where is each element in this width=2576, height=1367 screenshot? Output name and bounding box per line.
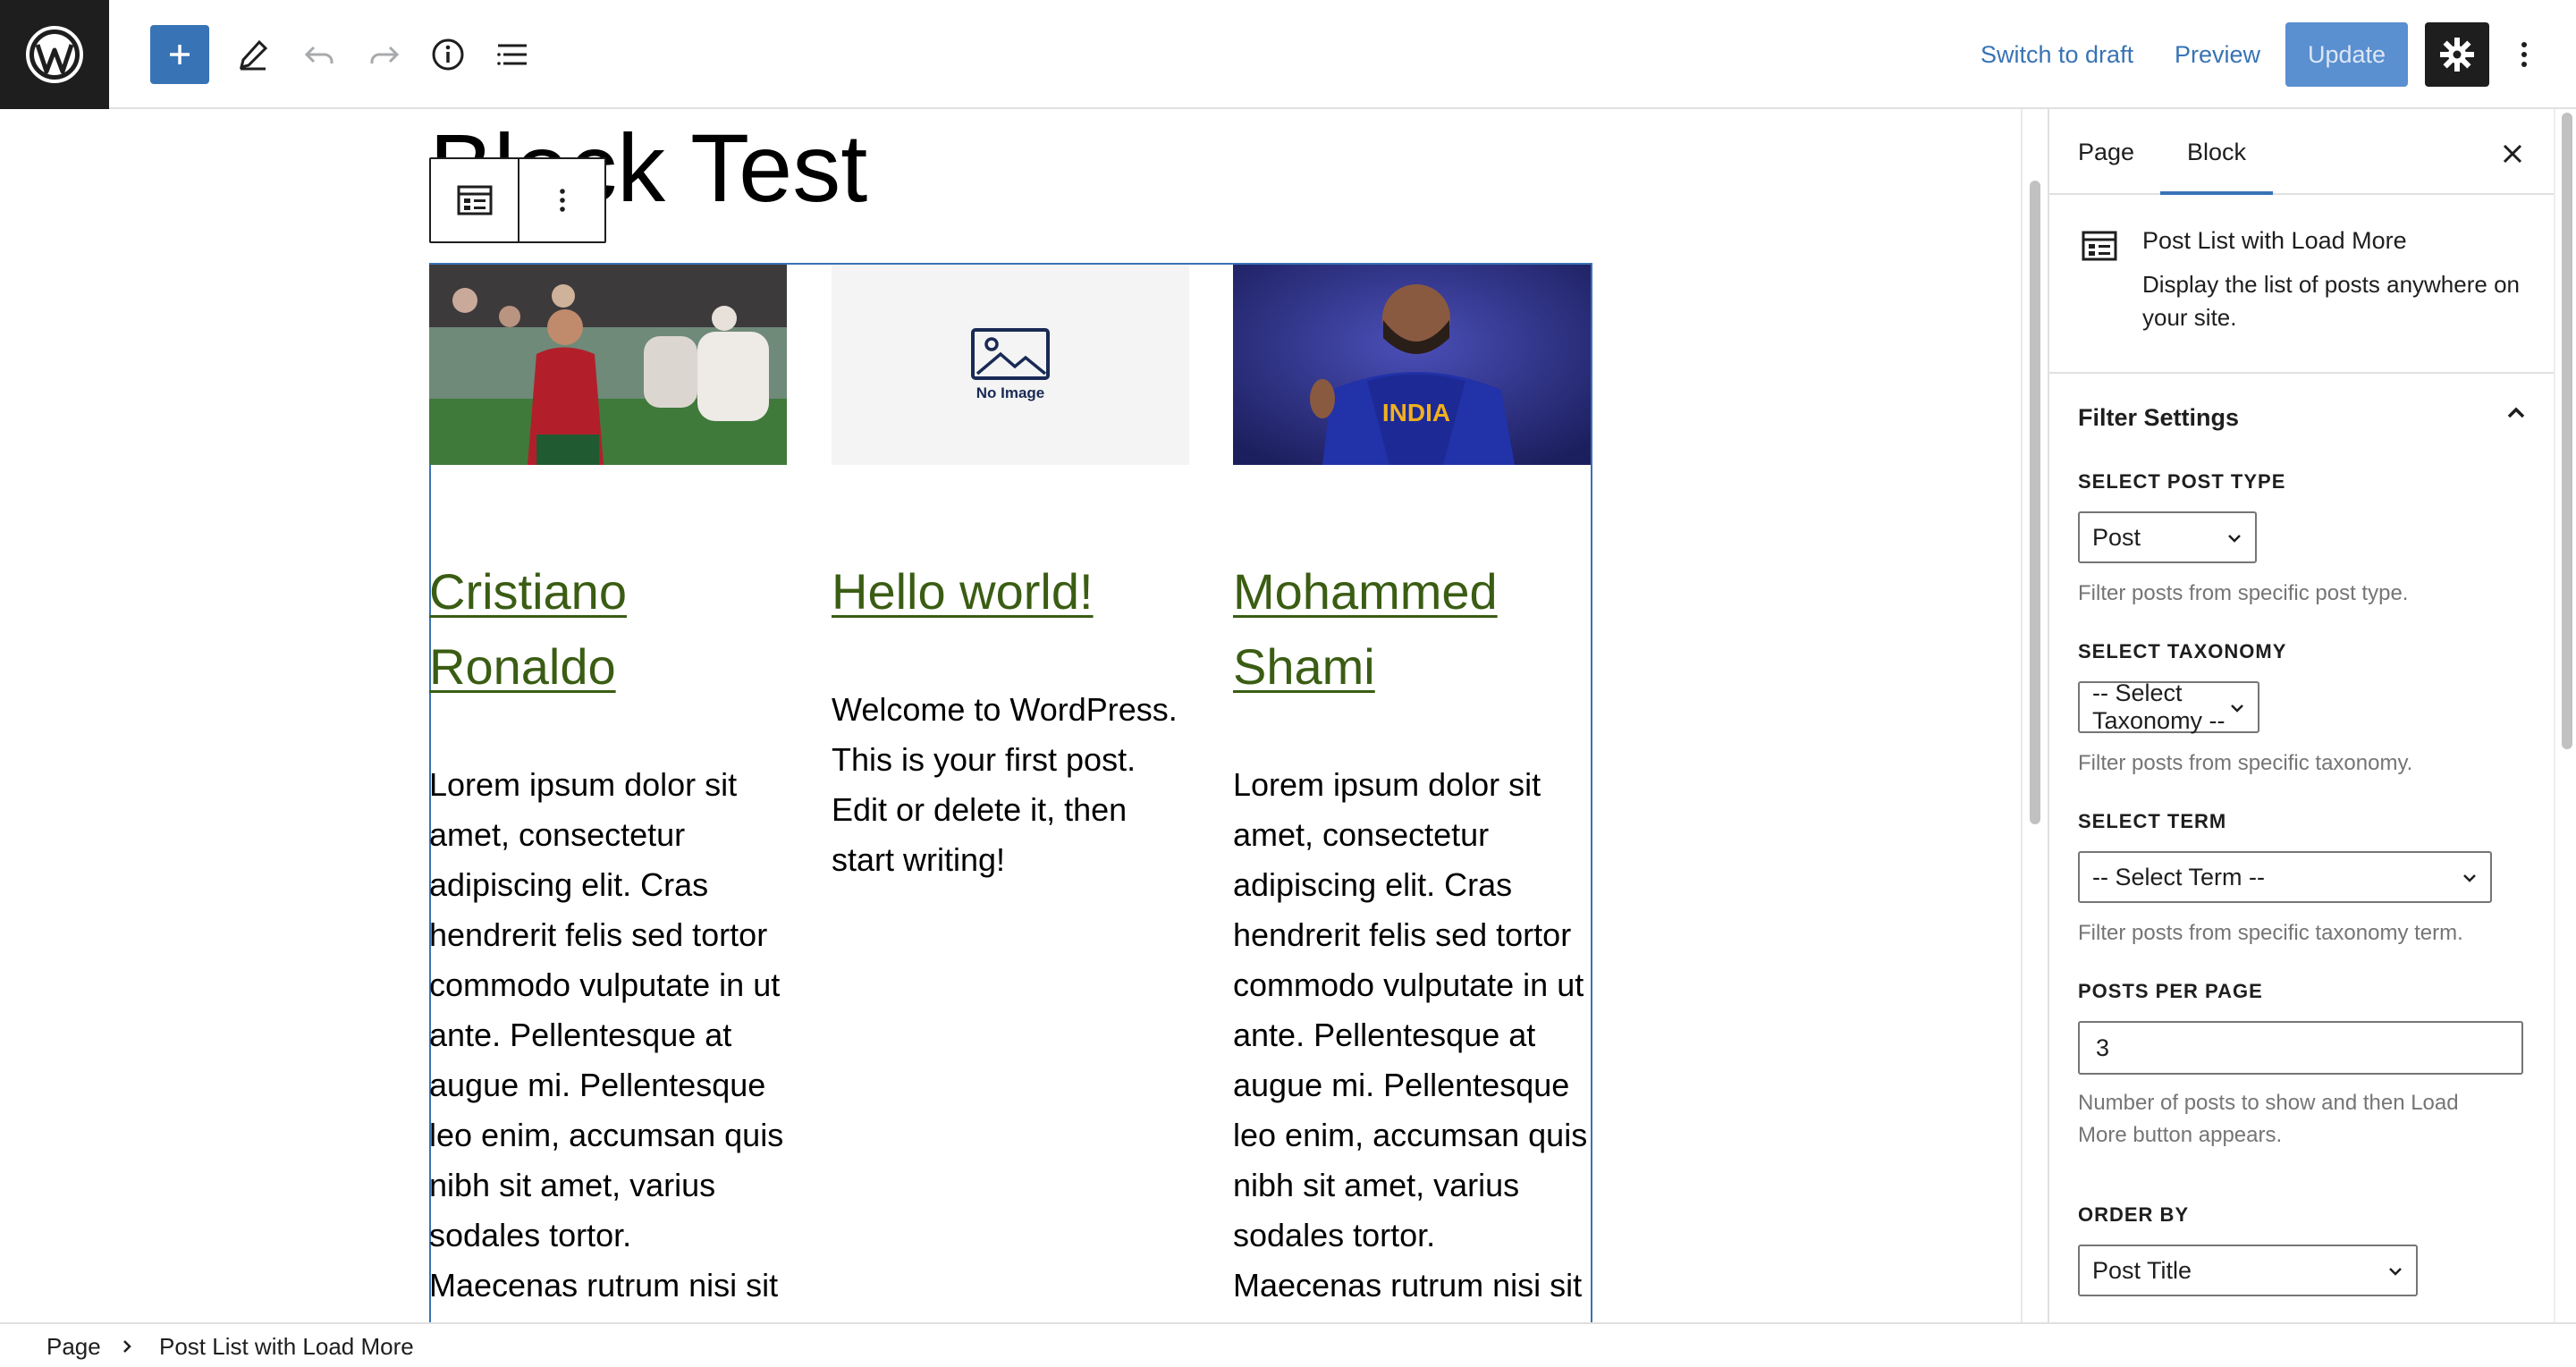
post-excerpt: Lorem ipsum dolor sit amet, consectetur … xyxy=(1233,766,1588,1322)
block-toolbar xyxy=(429,157,606,243)
redo-icon xyxy=(370,46,400,63)
jersey-text: INDIA xyxy=(1382,399,1450,426)
close-sidebar-button[interactable] xyxy=(2491,132,2534,175)
block-list-icon xyxy=(457,185,492,215)
block-card: Post List with Load More Display the lis… xyxy=(2049,195,2554,374)
order-by-label: ORDER BY xyxy=(2078,1203,2190,1226)
wordpress-logo-icon[interactable] xyxy=(0,0,109,109)
posts-per-page-label: POSTS PER PAGE xyxy=(2078,980,2263,1002)
editor-canvas: Block Test Cristiano Ronaldo Lorem ipsum… xyxy=(0,109,2021,1322)
post-excerpt: Welcome to WordPress. This is your first… xyxy=(832,691,1178,878)
redo-button[interactable] xyxy=(355,25,414,84)
post-thumbnail[interactable]: INDIA xyxy=(1233,265,1591,465)
post-excerpt: Lorem ipsum dolor sit amet, consectetur … xyxy=(429,766,784,1322)
breadcrumb: Page Post List with Load More xyxy=(0,1322,2576,1367)
tab-page[interactable]: Page xyxy=(2078,109,2134,195)
chevron-right-icon xyxy=(123,1340,131,1353)
options-menu-button[interactable] xyxy=(2495,25,2554,84)
term-value: -- Select Term -- xyxy=(2092,863,2266,890)
post-type-help: Filter posts from specific post type. xyxy=(2078,581,2409,605)
details-button[interactable] xyxy=(418,25,477,84)
list-view-button[interactable] xyxy=(483,25,542,84)
post-card: INDIA Mohammed Shami Lorem ipsum dolor s… xyxy=(1233,265,1591,1322)
edit-tool-button[interactable] xyxy=(224,25,283,84)
chevron-down-icon xyxy=(2389,1268,2402,1276)
sidebar-tabs: Page Block xyxy=(2049,109,2554,195)
post-title-link[interactable]: Mohammed Shami xyxy=(1233,554,1591,705)
post-thumbnail-placeholder[interactable]: No Image xyxy=(832,265,1189,465)
taxonomy-label: SELECT TAXONOMY xyxy=(2078,640,2287,662)
chevron-down-icon xyxy=(2228,535,2241,543)
post-card: Cristiano Ronaldo Lorem ipsum dolor sit … xyxy=(429,265,787,1322)
posts-per-page-help: Number of posts to show and then Load Mo… xyxy=(2078,1091,2459,1147)
more-vertical-icon xyxy=(559,189,565,212)
order-by-value: Post Title xyxy=(2092,1256,2192,1284)
add-block-button[interactable] xyxy=(150,25,209,84)
undo-button[interactable] xyxy=(290,25,349,84)
chevron-down-icon xyxy=(2231,705,2243,713)
close-icon xyxy=(2503,144,2522,164)
post-card: No Image Hello world! Welcome to WordPre… xyxy=(832,265,1189,885)
switch-to-draft-link[interactable]: Switch to draft xyxy=(1981,34,2133,75)
sidebar-scrollbar[interactable] xyxy=(2554,109,2576,1322)
post-type-select[interactable]: Post xyxy=(2078,511,2257,563)
taxonomy-help: Filter posts from specific taxonomy. xyxy=(2078,751,2413,775)
block-list-icon xyxy=(2082,231,2117,266)
term-help: Filter posts from specific taxonomy term… xyxy=(2078,921,2463,945)
post-title-link[interactable]: Cristiano Ronaldo xyxy=(429,554,787,705)
plus-icon xyxy=(170,45,190,64)
order-by-select[interactable]: Post Title xyxy=(2078,1245,2418,1296)
editor-header: Switch to draft Preview Update xyxy=(0,0,2576,109)
breadcrumb-item-page[interactable]: Page xyxy=(46,1333,101,1361)
preview-link[interactable]: Preview xyxy=(2175,34,2260,75)
block-type-button[interactable] xyxy=(431,159,518,241)
panel-toggle-button[interactable] xyxy=(2504,401,2529,430)
canvas-scrollbar-thumb[interactable] xyxy=(2030,181,2040,824)
gear-icon xyxy=(2440,38,2474,72)
post-type-value: Post xyxy=(2092,523,2141,551)
taxonomy-select[interactable]: -- Select Taxonomy -- xyxy=(2078,679,2259,734)
posts-per-page-input[interactable]: 3 xyxy=(2078,1021,2523,1075)
post-type-label: SELECT POST TYPE xyxy=(2078,470,2286,493)
sidebar-scrollbar-thumb[interactable] xyxy=(2562,113,2572,749)
term-select[interactable]: -- Select Term -- xyxy=(2078,851,2492,903)
canvas-scrollbar[interactable] xyxy=(2021,109,2048,1322)
image-placeholder-icon xyxy=(971,328,1050,380)
chevron-up-icon xyxy=(2507,407,2525,418)
block-card-title: Post List with Load More xyxy=(2142,227,2407,254)
block-card-description: Display the list of posts anywhere on yo… xyxy=(2142,271,2520,331)
post-thumbnail[interactable] xyxy=(429,265,787,465)
no-image-label: No Image xyxy=(976,384,1045,401)
breadcrumb-item-block[interactable]: Post List with Load More xyxy=(159,1333,414,1361)
pencil-icon xyxy=(239,39,268,71)
block-options-button[interactable] xyxy=(518,159,604,241)
info-icon xyxy=(432,38,464,71)
settings-button[interactable] xyxy=(2425,22,2489,87)
settings-sidebar: Page Block Post List with Load More Disp… xyxy=(2048,109,2576,1322)
undo-icon xyxy=(304,46,334,63)
list-view-icon xyxy=(497,44,527,65)
chevron-down-icon xyxy=(2463,874,2476,882)
term-label: SELECT TERM xyxy=(2078,810,2227,832)
tab-block[interactable]: Block xyxy=(2160,109,2274,195)
more-vertical-icon xyxy=(2521,42,2527,67)
post-title-link[interactable]: Hello world! xyxy=(832,554,1189,629)
update-button[interactable]: Update xyxy=(2285,22,2408,87)
filter-settings-panel-title[interactable]: Filter Settings xyxy=(2078,404,2239,432)
